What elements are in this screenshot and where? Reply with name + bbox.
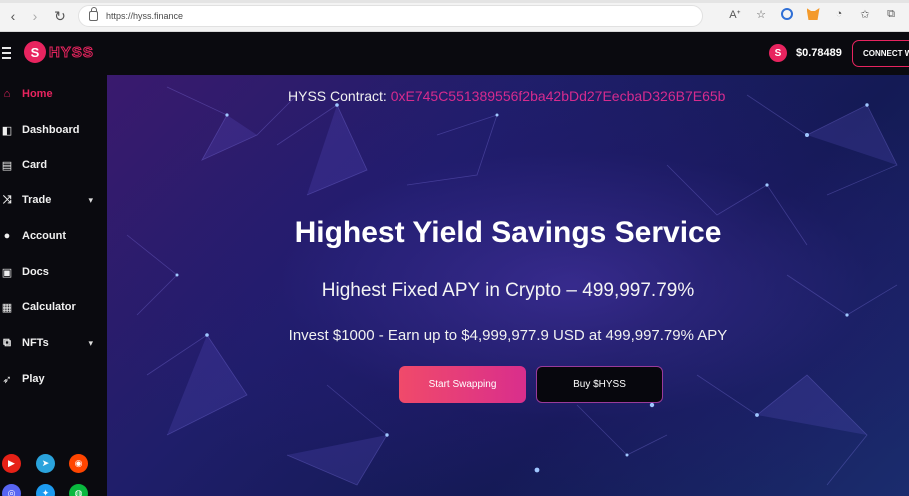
favorites-icon[interactable]: ✩ (857, 6, 873, 22)
home-icon: ⌂ (3, 88, 11, 100)
sidebar-item-label: Docs (22, 266, 49, 278)
hyss-logo[interactable]: S HYSS (24, 41, 94, 63)
extension-c-icon[interactable]: ◔ (831, 6, 847, 22)
docs-icon: ▣ (1, 266, 13, 279)
forward-arrow-icon[interactable]: › (24, 5, 46, 27)
read-aloud-icon[interactable]: Aᐩ (727, 6, 743, 22)
logo-text: HYSS (49, 43, 94, 61)
sidebar-item-account[interactable]: ● Account (0, 224, 107, 248)
contract-address[interactable]: 0xE745C551389556f2ba42bDd27EecbaD326B7E6… (391, 88, 726, 104)
sidebar-item-home[interactable]: ⌂ Home (0, 82, 107, 106)
token-price: S $0.78489 (769, 44, 842, 62)
sidebar-item-label: Play (22, 373, 45, 385)
sidebar-item-play[interactable]: ➶ Play (0, 367, 107, 391)
buy-hyss-button[interactable]: Buy $HYSS (536, 366, 663, 403)
tab-strip (0, 0, 909, 3)
nft-icon: ⧉ (3, 336, 11, 349)
contract-label: HYSS Contract: (288, 88, 387, 104)
youtube-icon[interactable]: ▶ (2, 454, 21, 473)
dashboard-icon: ◧ (1, 124, 13, 137)
extension-blue-icon[interactable] (779, 6, 795, 22)
sidebar-item-label: Card (22, 159, 48, 171)
token-icon: S (769, 44, 787, 62)
sidebar-item-docs[interactable]: ▣ Docs (0, 260, 107, 284)
browser-extensions: Aᐩ ☆ ◔ ✩ ⧉ (727, 6, 899, 22)
chevron-down-icon: ▾ (88, 337, 93, 348)
rocket-icon: ➶ (2, 373, 12, 386)
menu-icon[interactable] (2, 47, 11, 59)
back-arrow-icon[interactable]: ‹ (2, 5, 24, 27)
sidebar-item-label: NFTs (22, 337, 49, 349)
chevron-down-icon: ▾ (88, 194, 93, 205)
sidebar: ⌂ Home ◧ Dashboard ▤ Card ⤨ Trade ▾ ● Ac… (0, 75, 107, 496)
collections-icon[interactable]: ⧉ (883, 6, 899, 22)
address-url: https://hyss.finance (106, 11, 184, 21)
price-value: $0.78489 (796, 47, 842, 59)
wechat-icon[interactable]: ◍ (69, 484, 88, 496)
sidebar-item-label: Dashboard (22, 124, 80, 136)
sidebar-item-calculator[interactable]: ▦ Calculator (0, 295, 107, 319)
lock-icon (89, 7, 98, 21)
user-icon: ● (3, 230, 11, 242)
twitter-icon[interactable]: ✦ (36, 484, 55, 496)
favorite-add-icon[interactable]: ☆ (753, 6, 769, 22)
sidebar-item-label: Trade (22, 194, 52, 206)
card-icon: ▤ (1, 159, 13, 172)
hero-section: HYSS Contract: 0xE745C551389556f2ba42bDd… (107, 75, 909, 496)
address-bar[interactable]: https://hyss.finance (78, 5, 703, 27)
metamask-icon[interactable] (805, 6, 821, 22)
site-header: S HYSS S $0.78489 CONNECT W (0, 32, 909, 75)
sidebar-item-nfts[interactable]: ⧉ NFTs ▾ (0, 331, 107, 355)
sidebar-item-label: Account (22, 230, 66, 242)
contract-line: HYSS Contract: 0xE745C551389556f2ba42bDd… (288, 88, 725, 104)
refresh-icon[interactable]: ↻ (49, 5, 71, 27)
shuffle-icon: ⤨ (2, 193, 12, 206)
invest-text: Invest $1000 - Earn up to $4,999,977.9 U… (288, 327, 728, 344)
discord-icon[interactable]: ◎ (2, 484, 21, 496)
sidebar-item-label: Calculator (22, 301, 76, 313)
hero-subtitle: Highest Fixed APY in Crypto – 499,997.79… (321, 280, 695, 301)
browser-toolbar: ‹ › ↻ https://hyss.finance Aᐩ ☆ ◔ ✩ ⧉ (0, 0, 909, 32)
sidebar-item-trade[interactable]: ⤨ Trade ▾ (0, 188, 107, 212)
calculator-icon: ▦ (1, 301, 13, 314)
reddit-icon[interactable]: ◉ (69, 454, 88, 473)
logo-badge: S (24, 41, 46, 63)
sidebar-item-dashboard[interactable]: ◧ Dashboard (0, 118, 107, 142)
start-swapping-button[interactable]: Start Swapping (399, 366, 526, 403)
page-title: Highest Yield Savings Service (294, 216, 722, 249)
sidebar-item-label: Home (22, 88, 53, 100)
telegram-icon[interactable]: ➤ (36, 454, 55, 473)
sidebar-item-card[interactable]: ▤ Card (0, 153, 107, 177)
connect-wallet-button[interactable]: CONNECT W (852, 40, 909, 67)
